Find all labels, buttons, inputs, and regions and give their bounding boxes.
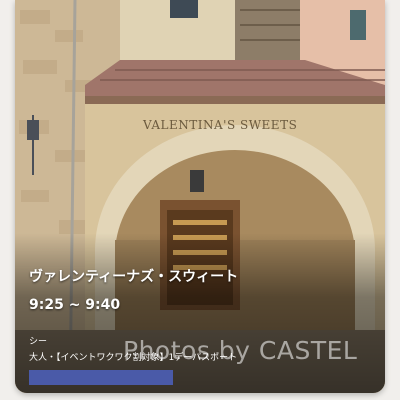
accent-bar bbox=[29, 370, 173, 385]
attraction-card[interactable]: VALENTINA'S SWEETS ヴァレンティーナズ・スウィート 9:25 … bbox=[15, 0, 385, 393]
photo-overlay bbox=[15, 233, 385, 393]
time-slot: 9:25 ~ 9:40 bbox=[29, 297, 121, 313]
park-label: シー bbox=[29, 337, 48, 347]
attraction-title: ヴァレンティーナズ・スウィート bbox=[29, 269, 239, 285]
shop-sign: VALENTINA'S SWEETS bbox=[143, 118, 298, 132]
ticket-type: 大人・【イベントワクワク割対象】1デーパスポート bbox=[29, 353, 238, 363]
